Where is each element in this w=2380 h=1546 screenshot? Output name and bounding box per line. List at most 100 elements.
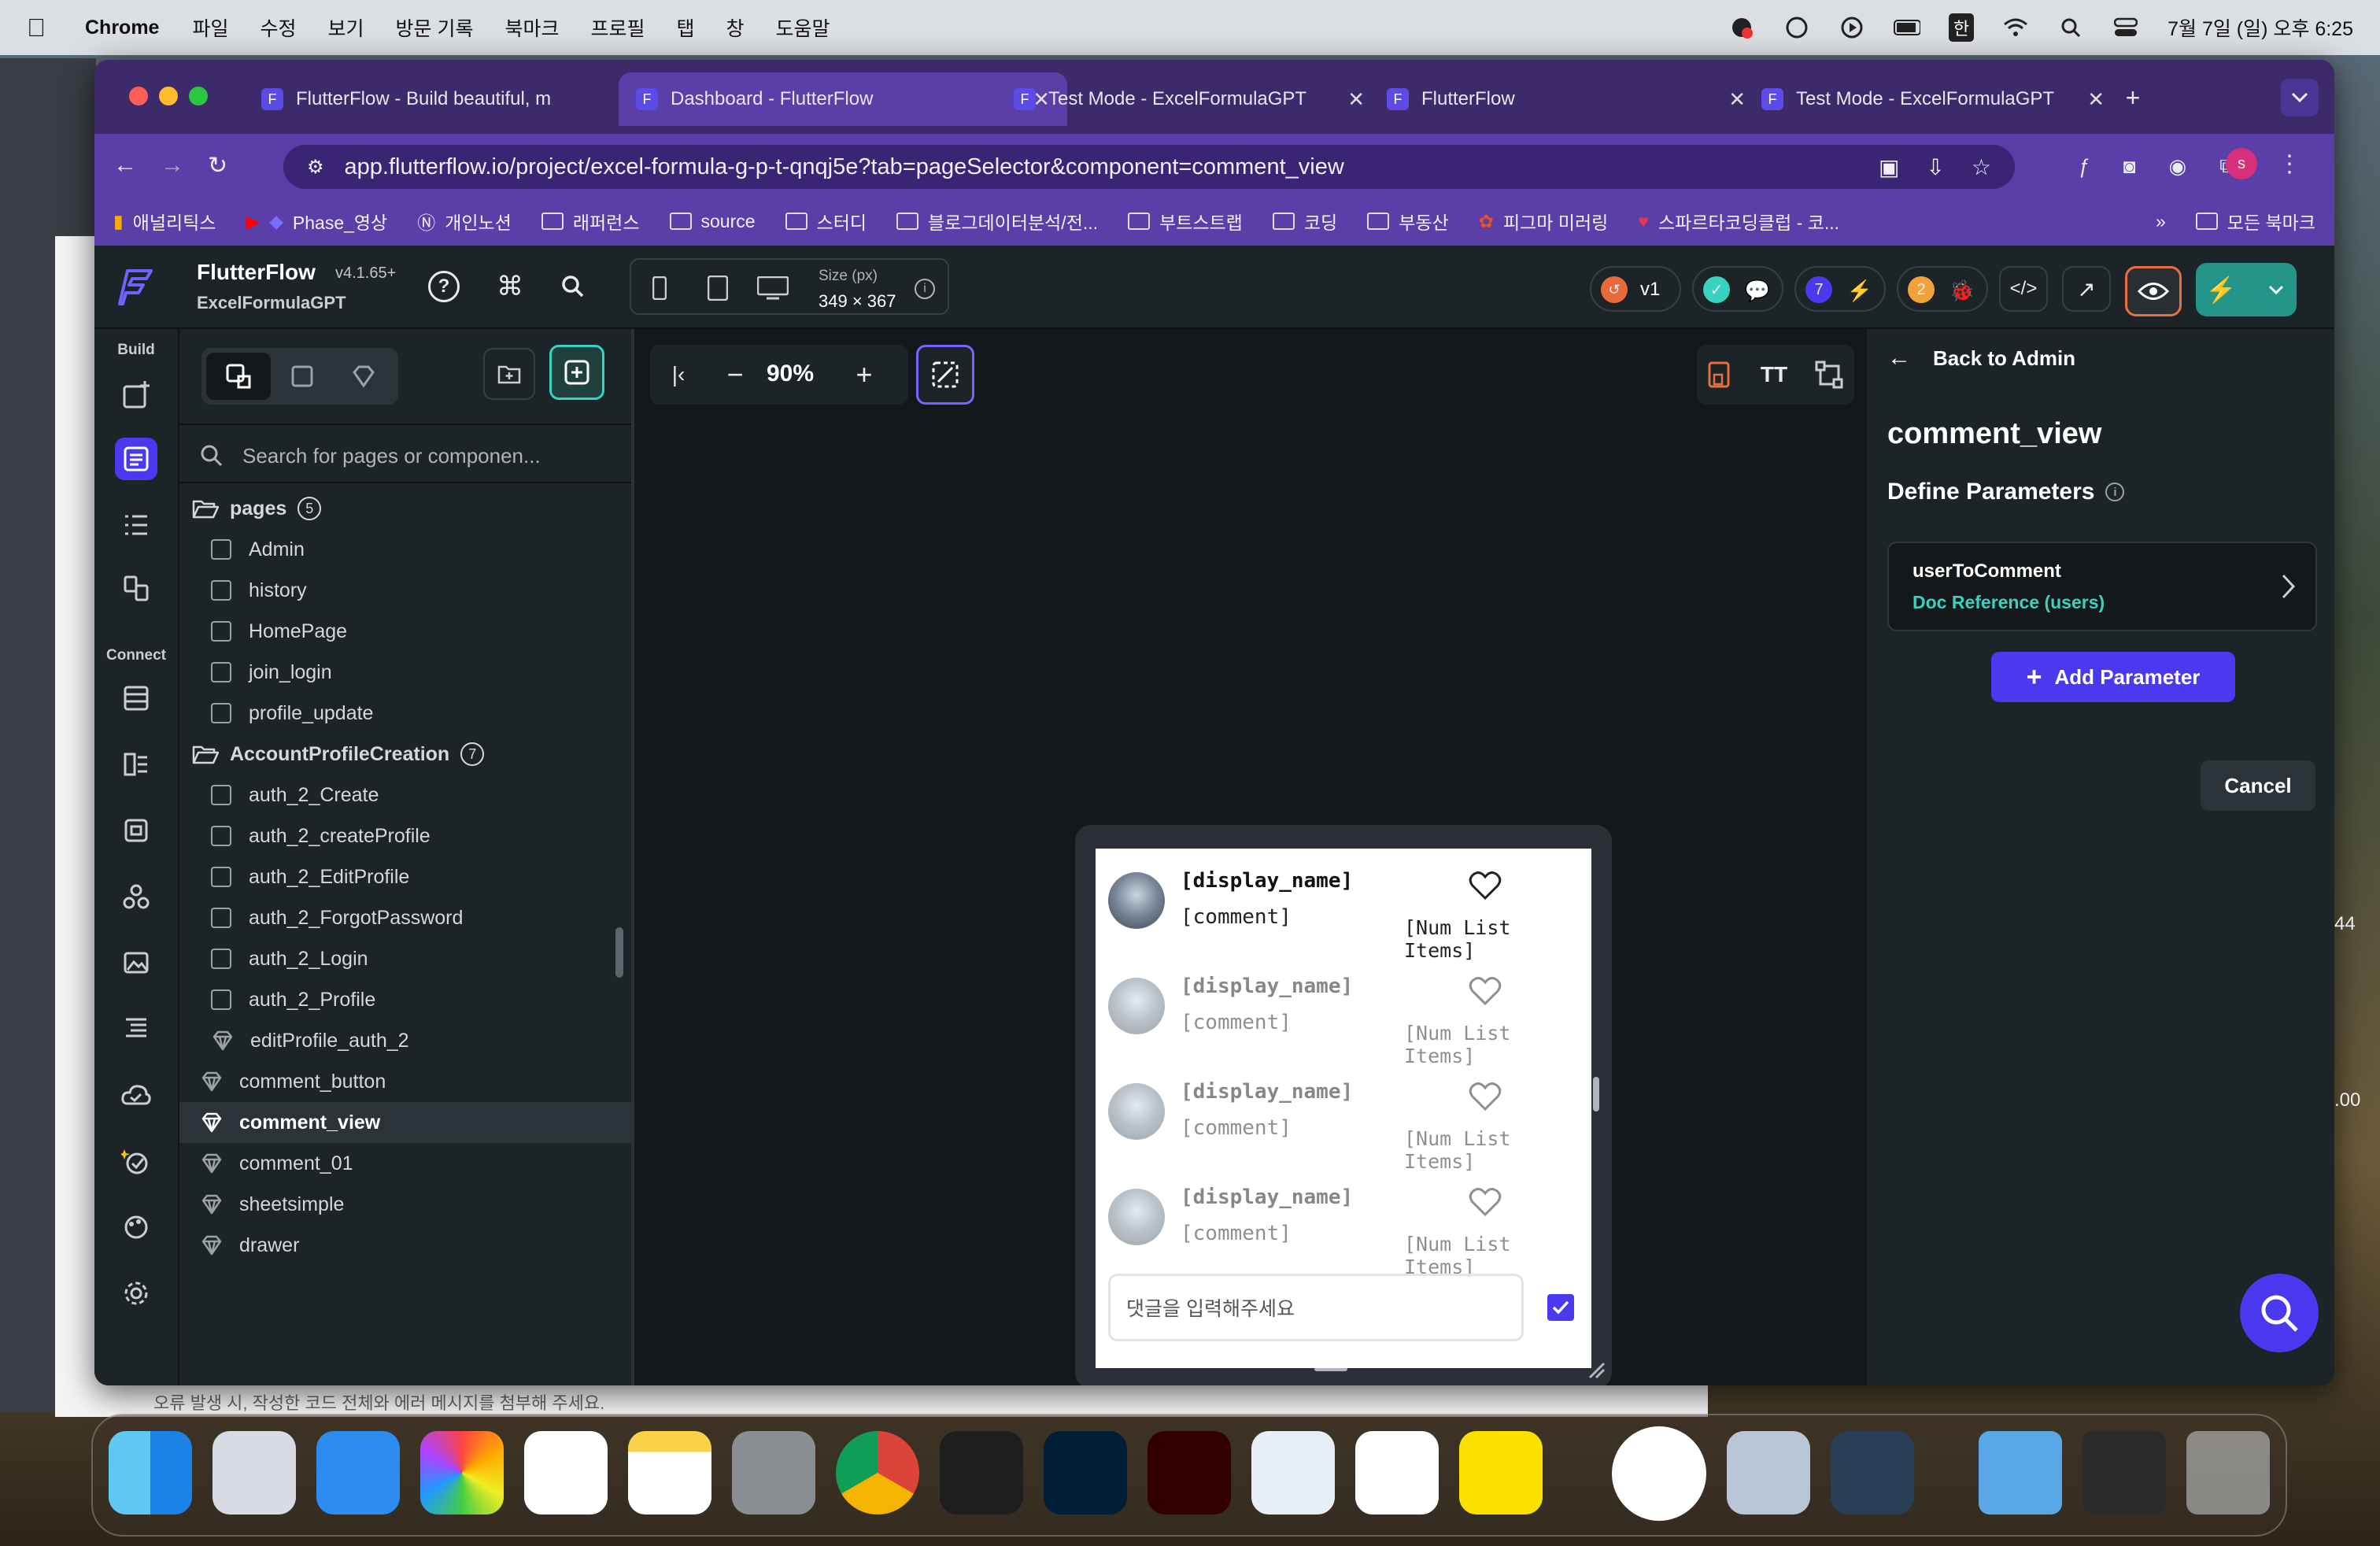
bookmark-phase[interactable]: ▶ ◆ Phase_영상	[246, 208, 387, 235]
bookmark-figma[interactable]: ✿ 피그마 미러링	[1479, 208, 1609, 235]
comment-view-component[interactable]: [display_name] [comment] [Num List Items…	[1096, 849, 1591, 1368]
tree-folder[interactable]: pages 5	[179, 488, 636, 529]
menu-window[interactable]: 창	[726, 13, 745, 42]
browser-tab-3[interactable]: F Test Mode - ExcelFormulaGPT ✕	[996, 72, 1382, 126]
bookmark-folder-study[interactable]: 스터디	[785, 208, 867, 235]
photoshop-icon[interactable]	[1044, 1431, 1127, 1515]
cloud-functions-icon[interactable]	[115, 1074, 157, 1116]
bookmark-folder-blog[interactable]: 블로그데이터분석/전...	[896, 208, 1098, 235]
submit-checkbox[interactable]	[1547, 1294, 1574, 1321]
tablet-device-icon[interactable]	[702, 272, 734, 304]
heart-icon[interactable]	[1469, 871, 1502, 901]
info-icon[interactable]: i	[915, 279, 935, 299]
theme-settings-icon[interactable]	[115, 1206, 157, 1248]
responsive-icon[interactable]	[1697, 353, 1741, 397]
tree-component-item[interactable]: sheetsimple	[179, 1184, 636, 1225]
zoom-in-button[interactable]: +	[847, 357, 881, 392]
media-assets-icon[interactable]	[115, 941, 157, 984]
recent-window-icon[interactable]	[2082, 1431, 2166, 1515]
tab-search-button[interactable]	[2281, 79, 2319, 117]
parameter-card[interactable]: userToComment Doc Reference (users)	[1887, 542, 2317, 631]
tree-folder[interactable]: AccountProfileCreation 7	[179, 734, 636, 775]
kakaotalk-icon[interactable]	[1459, 1431, 1543, 1515]
tree-page-item[interactable]: HomePage	[179, 611, 636, 652]
back-to-admin-link[interactable]: ← Back to Admin	[1887, 345, 2075, 372]
list-item[interactable]: [display_name] [comment] [Num List Items…	[1096, 1165, 1591, 1278]
size-value[interactable]: 349 × 367	[819, 291, 896, 312]
version-control-button[interactable]: ↺ v1	[1590, 266, 1681, 312]
menubar-app-name[interactable]: Chrome	[85, 17, 159, 39]
battery-icon[interactable]	[1893, 14, 1920, 41]
run-test-mode-button[interactable]: ⚡	[2196, 263, 2297, 316]
app-state-icon[interactable]	[115, 809, 157, 852]
text-scale-icon[interactable]: TT	[1752, 353, 1796, 397]
zoom-out-button[interactable]: −	[718, 357, 752, 392]
formula-extension-icon[interactable]: ƒ	[2079, 154, 2090, 179]
reload-icon[interactable]: ↻	[208, 152, 227, 179]
tree-component-item[interactable]: comment_view	[179, 1102, 636, 1143]
window-close-button[interactable]	[129, 87, 148, 105]
menu-profile[interactable]: 프로필	[590, 13, 645, 42]
list-item[interactable]: [display_name] [comment] [Num List Items…	[1096, 849, 1591, 962]
tree-component-item[interactable]: comment_button	[179, 1061, 636, 1102]
menu-help[interactable]: 도움말	[776, 13, 830, 42]
tree-page-item[interactable]: Admin	[179, 529, 636, 570]
components-only-tab[interactable]	[335, 353, 392, 400]
browser-tab-5[interactable]: F Test Mode - ExcelFormulaGPT ✕	[1744, 72, 2122, 126]
window-zoom-button[interactable]	[189, 87, 208, 105]
chrome-menu-icon[interactable]: ⋮	[2278, 148, 2301, 179]
tree-page-item[interactable]: auth_2_Profile	[179, 979, 636, 1020]
tree-page-item[interactable]: join_login	[179, 652, 636, 693]
bookmark-folder-source[interactable]: source	[669, 211, 756, 232]
tree-page-item[interactable]: auth_2_EditProfile	[179, 856, 636, 897]
slack-icon[interactable]	[1355, 1431, 1439, 1515]
frame-side-handle[interactable]	[1593, 1077, 1599, 1111]
apple-logo-icon[interactable]: 	[27, 13, 46, 43]
new-tab-button[interactable]: +	[2119, 83, 2147, 112]
camera-extension-icon[interactable]: ◙	[2123, 154, 2136, 179]
bookmarks-overflow-icon[interactable]: »	[2156, 211, 2166, 232]
bookmark-analytics[interactable]: ▮ 애널리틱스	[113, 208, 216, 235]
back-arrow-icon[interactable]: ←	[113, 152, 137, 179]
quicktime-icon[interactable]	[1831, 1431, 1914, 1515]
panel-scrollbar[interactable]	[615, 927, 623, 978]
info-icon[interactable]: i	[2105, 483, 2125, 501]
bookmark-folder-realestate[interactable]: 부동산	[1367, 208, 1449, 235]
forward-arrow-icon[interactable]: →	[161, 152, 184, 179]
install-app-icon[interactable]: ⇩	[1926, 154, 1944, 180]
page-search-row[interactable]: Search for pages or componen...	[179, 423, 636, 483]
collapse-panel-icon[interactable]: |‹	[661, 357, 696, 392]
help-icon[interactable]: ?	[428, 271, 460, 302]
menu-view[interactable]: 보기	[328, 13, 364, 42]
search-icon[interactable]	[556, 269, 590, 304]
control-center-icon[interactable]	[2112, 14, 2139, 41]
close-tab-icon[interactable]: ✕	[1728, 87, 1746, 112]
collaboration-button[interactable]: ✓ 💬	[1692, 266, 1783, 312]
notification-icon[interactable]	[1728, 14, 1755, 41]
bookmark-folder-bootstrap[interactable]: 부트스트랩	[1128, 208, 1243, 235]
add-page-button[interactable]	[549, 345, 604, 400]
system-settings-icon[interactable]	[732, 1431, 815, 1515]
photos-icon[interactable]	[420, 1431, 504, 1515]
tree-page-item[interactable]: profile_update	[179, 693, 636, 734]
add-folder-icon[interactable]	[483, 348, 535, 400]
comment-input[interactable]: 댓글을 입력해주세요	[1108, 1274, 1524, 1341]
bookmark-folder-reference[interactable]: 래퍼런스	[541, 208, 640, 235]
page-selector-icon[interactable]	[115, 438, 157, 480]
tree-component-item[interactable]: drawer	[179, 1225, 636, 1266]
w-app-icon[interactable]	[1612, 1426, 1706, 1521]
illustrator-icon[interactable]	[1148, 1431, 1231, 1515]
widget-tree-icon[interactable]	[115, 504, 157, 546]
tree-component-item[interactable]: editProfile_auth_2	[179, 1020, 636, 1061]
storyboard-icon[interactable]	[115, 567, 157, 609]
creative-cloud-icon[interactable]	[1783, 14, 1810, 41]
menu-history[interactable]: 방문 기록	[396, 13, 474, 42]
launchpad-icon[interactable]	[213, 1431, 296, 1515]
url-bar[interactable]: ⚙ app.flutterflow.io/project/excel-formu…	[283, 145, 2015, 189]
bugs-button[interactable]: 2 🐞	[1897, 266, 1988, 312]
bookmark-all[interactable]: 모든 북마크	[2195, 208, 2315, 235]
page-search-input[interactable]: Search for pages or componen...	[242, 444, 541, 468]
floating-search-button[interactable]	[2240, 1274, 2319, 1352]
chrome-dock-icon[interactable]	[836, 1431, 919, 1515]
spotlight-search-icon[interactable]	[2057, 14, 2084, 41]
